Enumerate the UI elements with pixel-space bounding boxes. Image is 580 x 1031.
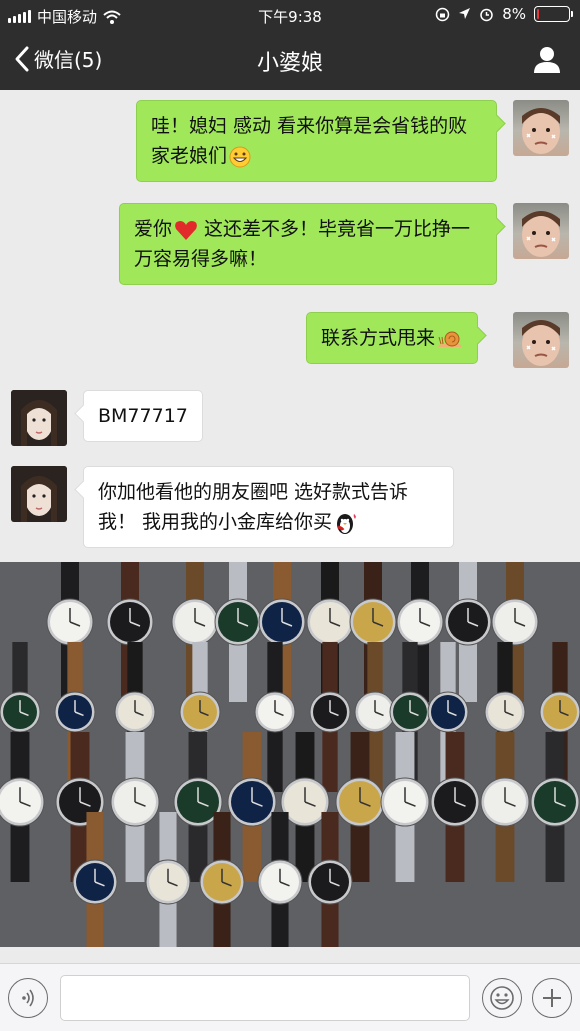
message-text: 你加他看他的朋友圈吧 选好款式告诉我！ 我用我的小金库给你买 (98, 481, 409, 533)
red-heart-icon (175, 220, 197, 240)
my-avatar[interactable] (513, 203, 569, 259)
message-bubble[interactable]: 爱你 这还差不多！毕竟省一万比挣一万容易得多嘛！ (119, 203, 497, 285)
chat-area[interactable]: 哇！媳妇 感动 看来你算是会省钱的败家老娘们 爱你 这还差不多！毕竟省一万比挣一… (0, 90, 580, 963)
message-text: BM77717 (98, 405, 188, 427)
smiley-icon (490, 986, 514, 1010)
watches-photo (0, 562, 580, 947)
penguin-icon (337, 513, 356, 534)
battery-level (537, 9, 540, 19)
status-bar-right: 8% (435, 5, 573, 23)
boy-face-icon (522, 320, 560, 366)
girl-face-icon (11, 466, 67, 522)
message-bubble[interactable]: 哇！媳妇 感动 看来你算是会省钱的败家老娘们 (136, 100, 497, 182)
emoji-button[interactable] (482, 978, 522, 1018)
photo-message[interactable] (0, 562, 580, 947)
battery-icon (534, 6, 573, 22)
message-bubble[interactable]: 联系方式甩来 (306, 312, 479, 364)
my-avatar[interactable] (513, 312, 569, 368)
location-icon (459, 8, 471, 19)
grinning-face-icon (229, 146, 251, 167)
message-text: 爱你 (134, 218, 173, 240)
plus-icon (543, 989, 561, 1007)
message-bubble[interactable]: BM77717 (83, 390, 203, 442)
message-text: 联系方式甩来 (321, 327, 436, 349)
snail-icon (438, 331, 462, 347)
input-bar (0, 963, 580, 1031)
battery-percent: 8% (502, 5, 526, 23)
more-button[interactable] (532, 978, 572, 1018)
voice-icon (22, 989, 34, 1007)
chat-title: 小婆娘 (256, 51, 323, 76)
profile-icon[interactable] (532, 44, 562, 74)
girl-face-icon (11, 390, 67, 446)
boy-face-icon (522, 211, 560, 257)
contact-avatar[interactable] (11, 466, 67, 522)
message-bubble[interactable]: 你加他看他的朋友圈吧 选好款式告诉我！ 我用我的小金库给你买 (83, 466, 454, 548)
alarm-icon (480, 8, 493, 21)
nav-bar: 微信(5) 小婆娘 (0, 30, 580, 90)
boy-face-icon (522, 108, 560, 154)
rotation-lock-icon (435, 7, 450, 21)
contact-avatar[interactable] (11, 390, 67, 446)
my-avatar[interactable] (513, 100, 569, 156)
status-bar: 中国移动 下午9:38 8% (0, 0, 580, 30)
message-text: 哇！媳妇 感动 看来你算是会省钱的败家老娘们 (151, 115, 468, 167)
message-input[interactable] (60, 975, 470, 1021)
voice-button[interactable] (8, 978, 48, 1018)
